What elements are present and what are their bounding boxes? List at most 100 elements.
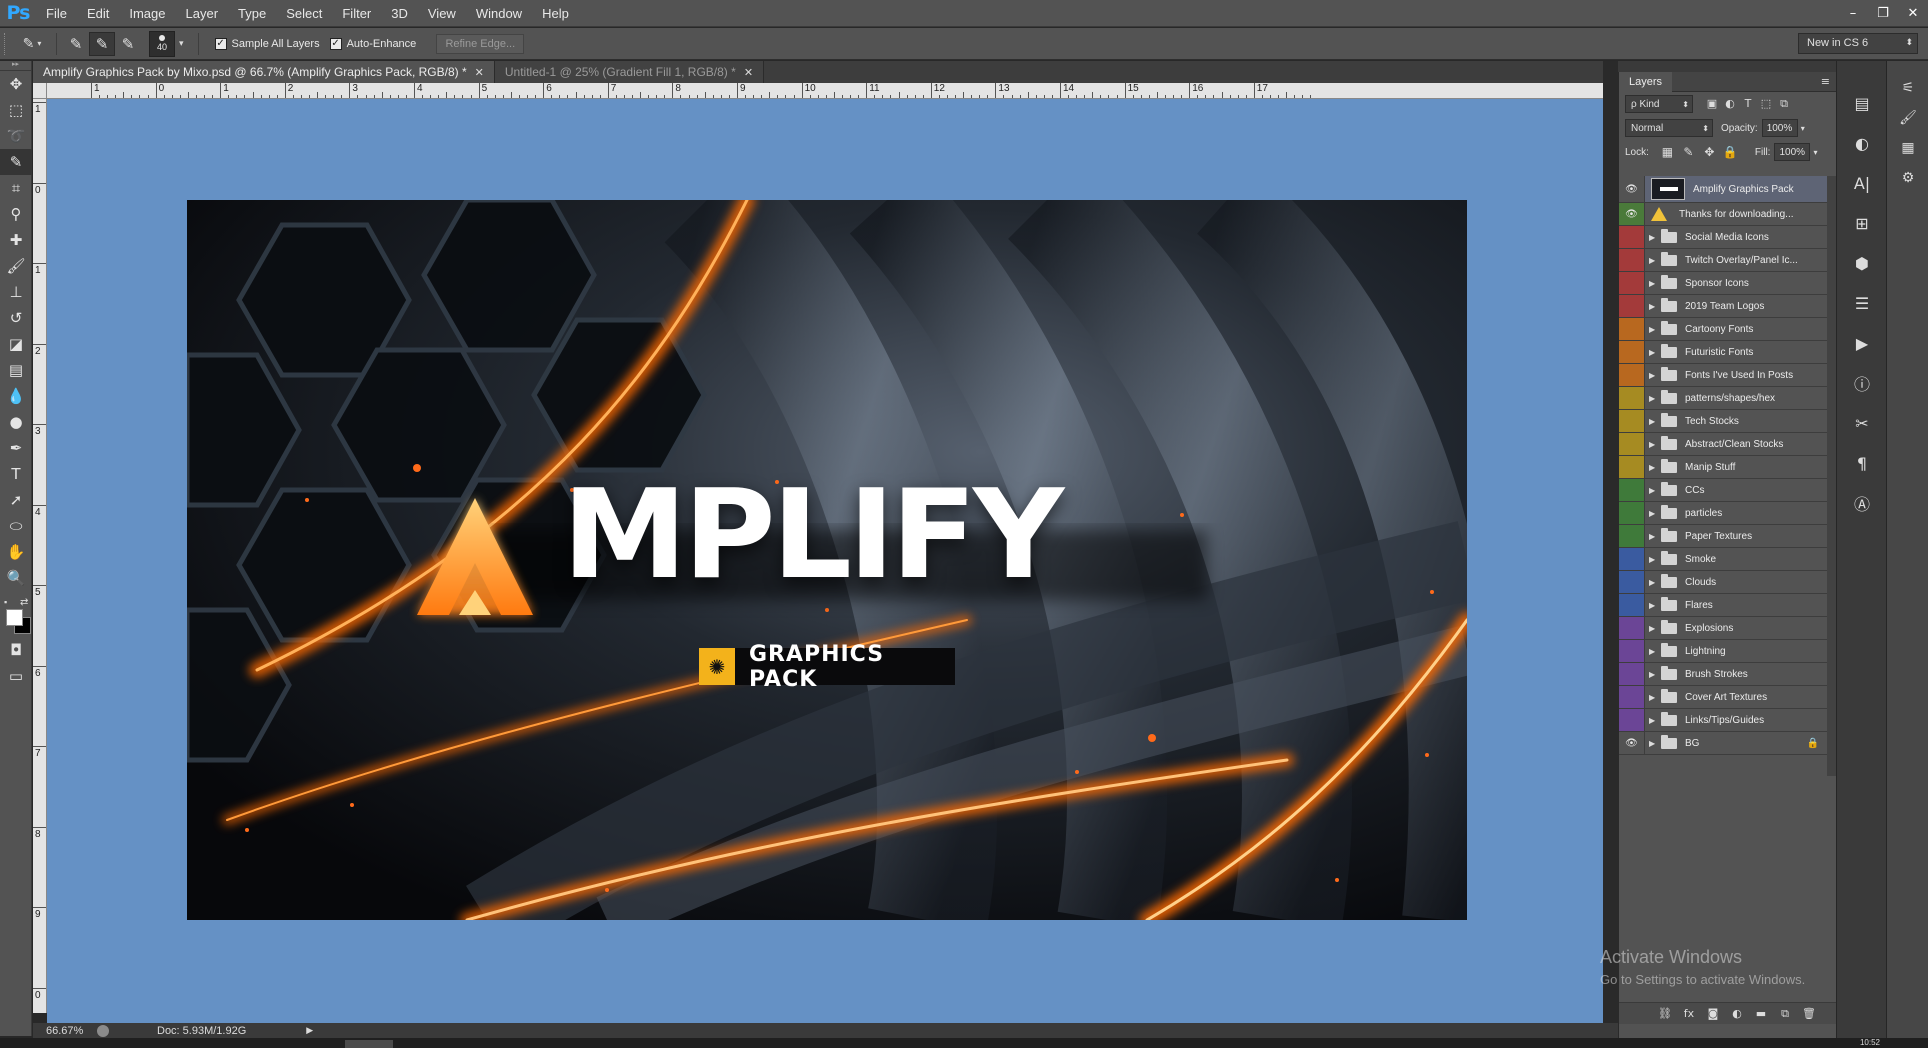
- layer-row[interactable]: ▶ Brush Strokes: [1619, 663, 1837, 686]
- visibility-eye-icon[interactable]: [1619, 226, 1645, 248]
- eraser-tool-icon[interactable]: ◪: [0, 331, 32, 357]
- brush-dropdown-icon[interactable]: ▾: [179, 39, 184, 49]
- document-tab-inactive[interactable]: Untitled-1 @ 25% (Gradient Fill 1, RGB/8…: [494, 61, 765, 83]
- expand-group-icon[interactable]: ▶: [1649, 325, 1661, 334]
- expand-group-icon[interactable]: ▶: [1649, 371, 1661, 380]
- visibility-eye-icon[interactable]: [1619, 663, 1645, 685]
- horizontal-ruler[interactable]: 1 0 1 2 3 4 5 6 7 8 9 10 11 12 13 14 15 16 17: [47, 83, 1603, 99]
- delete-layer-icon[interactable]: 🗑: [1797, 1007, 1821, 1020]
- timeline-panel-icon[interactable]: ▶: [1842, 323, 1882, 363]
- layer-row[interactable]: 👁 Amplify Graphics Pack: [1619, 176, 1837, 203]
- adjustment-layer-icon[interactable]: ◐: [1725, 1007, 1749, 1020]
- menu-view[interactable]: View: [418, 0, 466, 27]
- visibility-eye-icon[interactable]: [1619, 548, 1645, 570]
- auto-enhance-checkbox[interactable]: ✓ Auto-Enhance: [329, 37, 416, 50]
- visibility-eye-icon[interactable]: 👁: [1619, 203, 1645, 225]
- expand-group-icon[interactable]: ▶: [1649, 509, 1661, 518]
- add-mask-icon[interactable]: ◙: [1701, 1007, 1725, 1020]
- history-panel-icon[interactable]: ▤: [1842, 83, 1882, 123]
- layer-row[interactable]: ▶ Lightning: [1619, 640, 1837, 663]
- layer-row[interactable]: ▶ Explosions: [1619, 617, 1837, 640]
- menu-select[interactable]: Select: [276, 0, 332, 27]
- layer-row[interactable]: ▶ Manip Stuff: [1619, 456, 1837, 479]
- layer-row[interactable]: ▶ patterns/shapes/hex: [1619, 387, 1837, 410]
- close-button[interactable]: ✕: [1898, 0, 1928, 27]
- expand-group-icon[interactable]: ▶: [1649, 440, 1661, 449]
- visibility-eye-icon[interactable]: 👁: [1619, 176, 1645, 202]
- layer-row[interactable]: ▶ Sponsor Icons: [1619, 272, 1837, 295]
- expand-group-icon[interactable]: ▶: [1649, 394, 1661, 403]
- layers-tab[interactable]: Layers: [1619, 71, 1673, 92]
- layer-row[interactable]: ▶ Paper Textures: [1619, 525, 1837, 548]
- layer-kind-select[interactable]: ρ Kind ⬍: [1625, 95, 1693, 113]
- visibility-eye-icon[interactable]: [1619, 249, 1645, 271]
- fill-input[interactable]: 100%: [1774, 143, 1811, 161]
- expand-group-icon[interactable]: ▶: [1649, 670, 1661, 679]
- taskbar-item[interactable]: [345, 1040, 393, 1048]
- lock-position-icon[interactable]: ✥: [1699, 145, 1720, 159]
- menu-window[interactable]: Window: [466, 0, 532, 27]
- ruler-origin[interactable]: [33, 83, 47, 99]
- sample-all-layers-checkbox[interactable]: ✓ Sample All Layers: [214, 37, 320, 50]
- pixel-filter-icon[interactable]: ▣: [1703, 97, 1721, 111]
- layer-row[interactable]: ▶ Links/Tips/Guides: [1619, 709, 1837, 732]
- expand-group-icon[interactable]: ▶: [1649, 302, 1661, 311]
- expand-group-icon[interactable]: ▶: [1649, 486, 1661, 495]
- vertical-ruler[interactable]: 1 0 1 2 3 4 5 6 7 8 9 0: [33, 99, 47, 1013]
- panel-collapse-bar[interactable]: [1618, 61, 1836, 72]
- clone-stamp-tool-icon[interactable]: ⊥: [0, 279, 32, 305]
- expand-group-icon[interactable]: ▶: [1649, 463, 1661, 472]
- layer-comps-icon[interactable]: ⚟: [1887, 73, 1928, 103]
- expand-group-icon[interactable]: ▶: [1649, 279, 1661, 288]
- brush-tool-icon[interactable]: 🖌: [0, 253, 32, 279]
- dodge-tool-icon[interactable]: ●: [0, 409, 32, 435]
- new-group-icon[interactable]: ▬: [1749, 1007, 1773, 1020]
- visibility-eye-icon[interactable]: [1619, 364, 1645, 386]
- foreground-color[interactable]: [6, 609, 23, 626]
- new-selection-icon[interactable]: ✎: [63, 32, 89, 56]
- visibility-eye-icon[interactable]: [1619, 456, 1645, 478]
- brush-panel-icon[interactable]: 🖌: [1887, 103, 1928, 133]
- expand-group-icon[interactable]: ▶: [1649, 417, 1661, 426]
- chevron-down-icon[interactable]: ▾: [1801, 124, 1805, 133]
- new-layer-icon[interactable]: ⧉: [1773, 1007, 1797, 1021]
- screen-mode-icon[interactable]: ▭: [0, 663, 32, 689]
- visibility-eye-icon[interactable]: 👁: [1619, 732, 1645, 754]
- layer-row[interactable]: ▶ Flares: [1619, 594, 1837, 617]
- expand-group-icon[interactable]: ▶: [1649, 693, 1661, 702]
- status-menu-arrow-icon[interactable]: ▶: [306, 1026, 313, 1036]
- layer-row[interactable]: ▶ Cover Art Textures: [1619, 686, 1837, 709]
- layer-row[interactable]: ▶ 2019 Team Logos: [1619, 295, 1837, 318]
- quick-selection-tool-icon[interactable]: ✎: [0, 149, 32, 175]
- blur-tool-icon[interactable]: 💧: [0, 383, 32, 409]
- brush-size-picker[interactable]: 40: [149, 30, 175, 57]
- canvas-pasteboard[interactable]: MPLIFY ✺ GRAPHICS PACK: [47, 99, 1603, 1023]
- 3d-panel-icon[interactable]: ⬢: [1842, 243, 1882, 283]
- info-panel-icon[interactable]: ⓘ: [1842, 363, 1882, 403]
- visibility-eye-icon[interactable]: [1619, 686, 1645, 708]
- zoom-level[interactable]: 66.67%: [46, 1025, 91, 1037]
- layer-row[interactable]: ▶ Cartoony Fonts: [1619, 318, 1837, 341]
- adjustment-filter-icon[interactable]: ◐: [1721, 97, 1739, 111]
- crop-tool-icon[interactable]: ⌗: [0, 175, 32, 201]
- healing-brush-tool-icon[interactable]: ✚: [0, 227, 32, 253]
- default-colors-icon[interactable]: ▪: [4, 597, 7, 607]
- visibility-eye-icon[interactable]: [1619, 525, 1645, 547]
- toolbox-grip[interactable]: ▸▸: [0, 61, 31, 71]
- visibility-eye-icon[interactable]: [1619, 617, 1645, 639]
- menu-type[interactable]: Type: [228, 0, 276, 27]
- expand-group-icon[interactable]: ▶: [1649, 739, 1661, 748]
- menu-image[interactable]: Image: [119, 0, 175, 27]
- status-info-icon[interactable]: [97, 1024, 109, 1037]
- move-tool-icon[interactable]: ✥: [0, 71, 32, 97]
- lock-all-icon[interactable]: 🔒: [1720, 145, 1741, 159]
- glyphs-panel-icon[interactable]: Ⓐ: [1842, 483, 1882, 523]
- hand-tool-icon[interactable]: ✋: [0, 539, 32, 565]
- layer-row[interactable]: ▶ Futuristic Fonts: [1619, 341, 1837, 364]
- link-layers-icon[interactable]: ⛓: [1653, 1007, 1677, 1020]
- refine-edge-button[interactable]: Refine Edge...: [436, 33, 525, 54]
- history-brush-tool-icon[interactable]: ↺: [0, 305, 32, 331]
- expand-group-icon[interactable]: ▶: [1649, 532, 1661, 541]
- menu-file[interactable]: File: [36, 0, 77, 27]
- visibility-eye-icon[interactable]: [1619, 341, 1645, 363]
